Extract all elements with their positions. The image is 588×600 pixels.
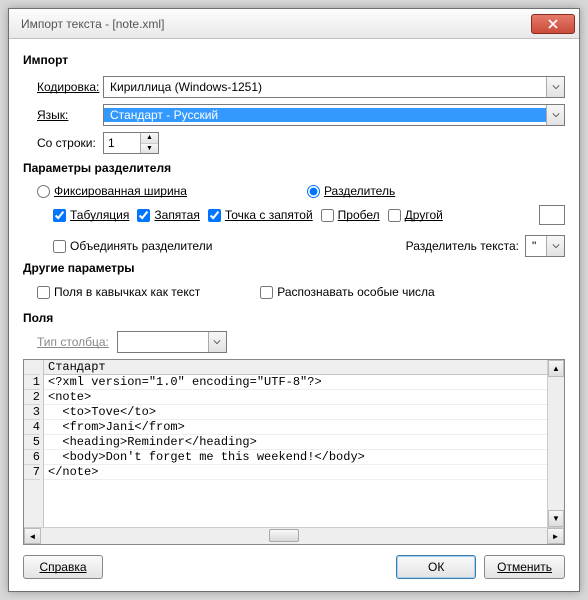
scroll-left-icon[interactable]: ◄ [24,528,41,544]
column-type-combo[interactable] [117,331,227,353]
window-title: Импорт текста - [note.xml] [21,17,531,31]
cancel-button[interactable]: Отменить [484,555,565,579]
scroll-right-icon[interactable]: ► [547,528,564,544]
preview-row: <heading>Reminder</heading> [44,435,547,450]
spinner-up-icon[interactable]: ▲ [141,133,158,144]
quoted-as-text-checkbox[interactable]: Поля в кавычках как текст [37,285,200,299]
encoding-row: Кодировка: Кириллица (Windows-1251) [23,76,565,98]
from-row-label: Со строки: [23,136,103,150]
encoding-combo[interactable]: Кириллица (Windows-1251) [103,76,565,98]
help-button[interactable]: Справка [23,555,103,579]
preview-row: <from>Jani</from> [44,420,547,435]
language-value: Стандарт - Русский [104,108,546,122]
grid-body: Стандарт <?xml version="1.0" encoding="U… [44,360,547,527]
from-row-spinner[interactable]: ▲ ▼ [103,132,159,154]
encoding-value: Кириллица (Windows-1251) [104,80,546,94]
spinner-down-icon[interactable]: ▼ [141,144,158,154]
semicolon-checkbox[interactable]: Точка с запятой [208,208,313,222]
preview-row: <body>Don't forget me this weekend!</bod… [44,450,547,465]
preview-row: <note> [44,390,547,405]
preview-area: 1234567 Стандарт <?xml version="1.0" enc… [23,359,565,545]
fields-section: Тип столбца: 1234567 Стандарт <?xml vers… [23,331,565,545]
preview-row: <to>Tove</to> [44,405,547,420]
dialog-window: Импорт текста - [note.xml] Импорт Кодиро… [8,8,580,592]
other-separator-input[interactable] [539,205,565,225]
scrollbar-thumb[interactable] [269,529,299,542]
other-group-title: Другие параметры [23,261,565,275]
other-params-row: Поля в кавычках как текст Распознавать о… [23,285,565,299]
text-separator-label: Разделитель текста: [406,239,519,253]
text-separator-row: Объединять разделители Разделитель текст… [23,235,565,257]
language-row: Язык: Стандарт - Русский [23,104,565,126]
preview-row: </note> [44,465,547,480]
button-bar: Справка ОК Отменить [23,545,565,579]
fixed-width-radio[interactable]: Фиксированная ширина [37,184,187,198]
separator-options-row: Табуляция Запятая Точка с запятой Пробел… [23,205,565,225]
merge-checkbox[interactable]: Объединять разделители [53,239,212,253]
horizontal-scrollbar[interactable]: ◄ ► [24,527,564,544]
separator-mode-row: Фиксированная ширина Разделитель [23,184,565,198]
chevron-down-icon [546,77,564,97]
separator-radio[interactable]: Разделитель [307,184,395,198]
dialog-content: Импорт Кодировка: Кириллица (Windows-125… [9,39,579,591]
other-checkbox[interactable]: Другой [388,208,443,222]
scroll-down-icon[interactable]: ▼ [548,510,564,527]
scroll-up-icon[interactable]: ▲ [548,360,564,377]
column-header[interactable]: Стандарт [44,360,547,375]
fields-group-title: Поля [23,311,565,325]
import-group-title: Импорт [23,53,565,67]
close-button[interactable] [531,14,575,34]
preview-grid[interactable]: 1234567 Стандарт <?xml version="1.0" enc… [24,360,564,527]
text-separator-combo[interactable]: " [525,235,565,257]
titlebar: Импорт текста - [note.xml] [9,9,579,39]
comma-checkbox[interactable]: Запятая [137,208,199,222]
ok-button[interactable]: ОК [396,555,476,579]
preview-row: <?xml version="1.0" encoding="UTF-8"?> [44,375,547,390]
chevron-down-icon [208,332,226,352]
vertical-scrollbar[interactable]: ▲ ▼ [547,360,564,527]
line-numbers: 1234567 [24,360,44,527]
language-label: Язык: [23,108,103,122]
detect-numbers-checkbox[interactable]: Распознавать особые числа [260,285,434,299]
tab-checkbox[interactable]: Табуляция [53,208,129,222]
language-combo[interactable]: Стандарт - Русский [103,104,565,126]
space-checkbox[interactable]: Пробел [321,208,380,222]
column-type-row: Тип столбца: [23,331,565,353]
encoding-label: Кодировка: [23,80,103,94]
separator-group-title: Параметры разделителя [23,161,565,175]
chevron-down-icon [546,105,564,125]
chevron-down-icon [546,236,564,256]
from-row-row: Со строки: ▲ ▼ [23,132,565,154]
column-type-label: Тип столбца: [37,335,109,349]
from-row-input[interactable] [104,133,140,153]
